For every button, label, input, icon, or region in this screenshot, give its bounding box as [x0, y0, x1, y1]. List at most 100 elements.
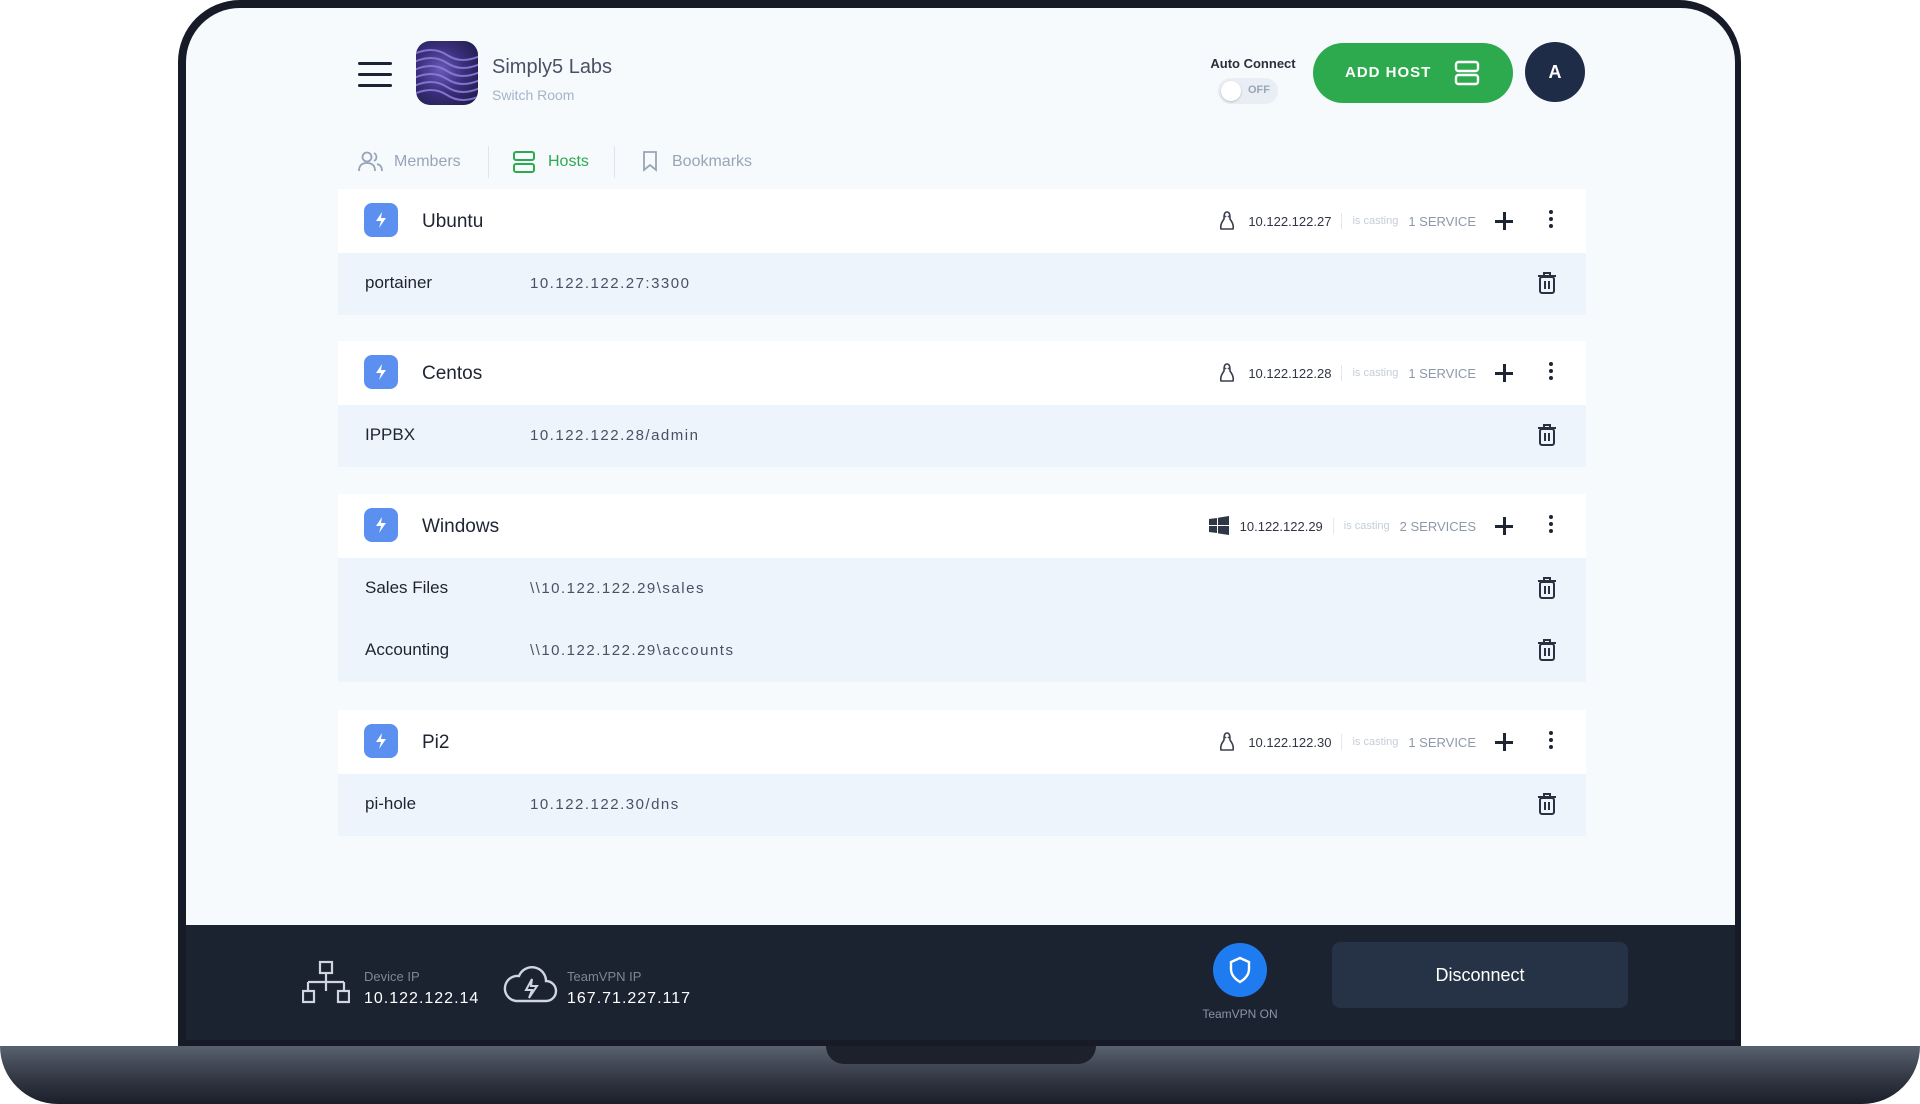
- host-name: Centos: [422, 363, 483, 384]
- tab-bookmarks[interactable]: Bookmarks: [640, 146, 770, 180]
- host-ip: 10.122.122.29: [1239, 518, 1323, 534]
- bolt-icon[interactable]: [364, 724, 398, 758]
- host-row[interactable]: Windows 10.122.122.29 is casting 2 SERVI…: [338, 494, 1586, 558]
- vpn-toggle-button[interactable]: [1213, 943, 1267, 997]
- service-address[interactable]: \\10.122.122.29\accounts: [530, 642, 734, 659]
- add-service-plus-icon[interactable]: [1490, 728, 1518, 756]
- service-address[interactable]: \\10.122.122.29\sales: [530, 580, 705, 597]
- service-row[interactable]: pi-hole 10.122.122.30/dns: [338, 774, 1586, 836]
- host-ip: 10.122.122.30: [1248, 734, 1332, 750]
- windows-icon: [1208, 516, 1229, 535]
- trash-icon[interactable]: [1536, 637, 1558, 663]
- service-name: Sales Files: [365, 578, 449, 597]
- bookmark-icon: [643, 151, 657, 172]
- teamvpn-ip-value: 167.71.227.117: [567, 990, 692, 1007]
- host-meta: 10.122.122.30 is casting 1 SERVICE: [1216, 730, 1476, 754]
- add-host-label: ADD HOST: [1345, 64, 1432, 81]
- more-options-icon[interactable]: [1544, 728, 1558, 756]
- hamburger-menu-icon[interactable]: [358, 62, 392, 90]
- host-name: Windows: [422, 516, 500, 537]
- trash-icon[interactable]: [1536, 575, 1558, 601]
- service-name: portainer: [365, 273, 433, 292]
- tab-bookmarks-label: Bookmarks: [672, 153, 753, 170]
- host-meta: 10.122.122.27 is casting 1 SERVICE: [1216, 209, 1476, 233]
- service-row[interactable]: portainer 10.122.122.27:3300: [338, 253, 1586, 315]
- more-options-icon[interactable]: [1544, 207, 1558, 235]
- host-group-pi2: Pi2 10.122.122.30 is casting 1 SERVICE p…: [338, 710, 1586, 836]
- service-address[interactable]: 10.122.122.30/dns: [530, 796, 680, 813]
- members-icon: [358, 151, 383, 172]
- bolt-icon[interactable]: [364, 203, 398, 237]
- tab-divider: [614, 146, 615, 178]
- host-ip: 10.122.122.27: [1248, 213, 1332, 229]
- shield-icon: [1229, 956, 1251, 984]
- host-meta: 10.122.122.28 is casting 1 SERVICE: [1216, 361, 1476, 385]
- cloud-vpn-icon: [503, 966, 558, 1003]
- add-service-plus-icon[interactable]: [1490, 359, 1518, 387]
- service-address[interactable]: 10.122.122.28/admin: [530, 427, 699, 444]
- toggle-state: OFF: [1248, 84, 1270, 96]
- meta-divider: [1341, 365, 1343, 381]
- host-meta: 10.122.122.29 is casting 2 SERVICES: [1208, 514, 1476, 538]
- network-icon: [302, 960, 350, 1004]
- service-row[interactable]: IPPBX 10.122.122.28/admin: [338, 405, 1586, 467]
- host-group-ubuntu: Ubuntu 10.122.122.27 is casting 1 SERVIC…: [338, 189, 1586, 315]
- app-screen: Simply5 Labs Switch Room Auto Connect OF…: [186, 8, 1735, 1040]
- casting-status: is casting: [1352, 215, 1399, 227]
- tab-members[interactable]: Members: [358, 146, 468, 180]
- add-service-plus-icon[interactable]: [1490, 207, 1518, 235]
- add-service-plus-icon[interactable]: [1490, 512, 1518, 540]
- linux-icon: [1220, 732, 1235, 751]
- bolt-icon[interactable]: [364, 508, 398, 542]
- service-name: pi-hole: [365, 794, 417, 813]
- service-row[interactable]: Sales Files \\10.122.122.29\sales: [338, 558, 1586, 620]
- workspace-name: Simply5 Labs: [492, 56, 613, 78]
- vpn-status-label: TeamVPN ON: [1202, 1007, 1278, 1021]
- meta-divider: [1332, 518, 1334, 534]
- trash-icon[interactable]: [1536, 422, 1558, 448]
- auto-connect-toggle[interactable]: OFF: [1218, 78, 1278, 104]
- casting-status: is casting: [1352, 367, 1399, 379]
- service-count: 1 SERVICE: [1408, 734, 1476, 750]
- disconnect-button[interactable]: Disconnect: [1332, 942, 1628, 1008]
- host-row[interactable]: Centos 10.122.122.28 is casting 1 SERVIC…: [338, 341, 1586, 405]
- service-name: IPPBX: [365, 425, 416, 444]
- host-row[interactable]: Pi2 10.122.122.30 is casting 1 SERVICE: [338, 710, 1586, 774]
- service-address[interactable]: 10.122.122.27:3300: [530, 275, 690, 292]
- tab-divider: [488, 146, 489, 178]
- host-name: Ubuntu: [422, 211, 484, 232]
- host-group-windows: Windows 10.122.122.29 is casting 2 SERVI…: [338, 494, 1586, 682]
- service-count: 1 SERVICE: [1408, 213, 1476, 229]
- connection-status-bar: Device IP 10.122.122.14 TeamVPN IP 167.7…: [186, 925, 1735, 1040]
- auto-connect-label: Auto Connect: [1210, 56, 1296, 71]
- tab-members-label: Members: [394, 153, 461, 170]
- host-name: Pi2: [422, 732, 450, 753]
- host-group-centos: Centos 10.122.122.28 is casting 1 SERVIC…: [338, 341, 1586, 467]
- switch-room-link[interactable]: Switch Room: [492, 87, 574, 103]
- trash-icon[interactable]: [1536, 791, 1558, 817]
- add-host-button[interactable]: ADD HOST: [1313, 43, 1513, 103]
- service-name: Accounting: [365, 640, 450, 659]
- server-icon: [513, 151, 535, 173]
- host-row[interactable]: Ubuntu 10.122.122.27 is casting 1 SERVIC…: [338, 189, 1586, 253]
- linux-icon: [1220, 363, 1235, 382]
- trash-icon[interactable]: [1536, 270, 1558, 296]
- meta-divider: [1341, 734, 1343, 750]
- service-row[interactable]: Accounting \\10.122.122.29\accounts: [338, 620, 1586, 682]
- toggle-knob: [1221, 81, 1241, 101]
- bolt-icon[interactable]: [364, 355, 398, 389]
- laptop-notch: [826, 1046, 1096, 1064]
- casting-status: is casting: [1343, 520, 1390, 532]
- server-icon: [1454, 60, 1480, 86]
- host-ip: 10.122.122.28: [1248, 365, 1332, 381]
- tab-hosts[interactable]: Hosts: [512, 146, 602, 180]
- tab-hosts-label: Hosts: [548, 153, 589, 170]
- user-avatar[interactable]: A: [1525, 42, 1585, 102]
- device-ip-value: 10.122.122.14: [364, 990, 480, 1007]
- more-options-icon[interactable]: [1544, 359, 1558, 387]
- service-count: 2 SERVICES: [1399, 518, 1476, 534]
- workspace-logo: [416, 41, 478, 105]
- casting-status: is casting: [1352, 736, 1399, 748]
- more-options-icon[interactable]: [1544, 512, 1558, 540]
- service-count: 1 SERVICE: [1408, 365, 1476, 381]
